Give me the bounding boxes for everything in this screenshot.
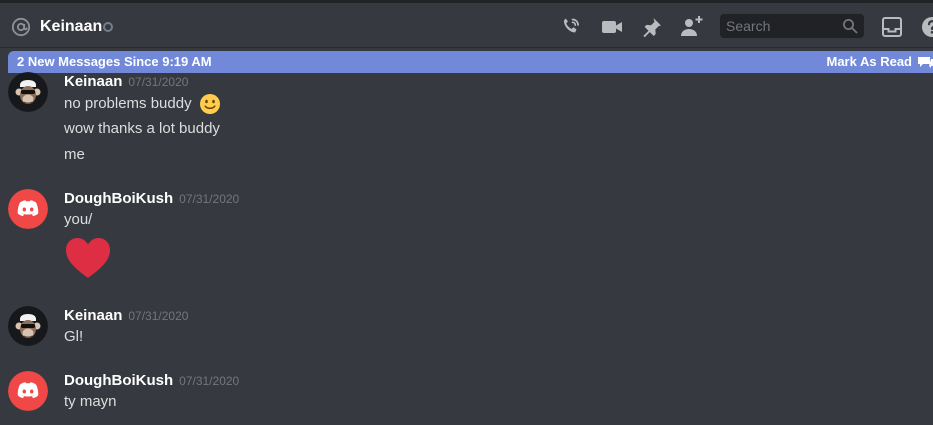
video-icon[interactable]: [600, 15, 624, 39]
message-text: ty mayn: [64, 393, 117, 410]
status-dot: [103, 22, 113, 32]
username-text: DoughBoiKush: [64, 190, 174, 207]
username[interactable]: Keinaan 07/31/2020: [64, 72, 188, 92]
avatar[interactable]: [8, 371, 48, 411]
username[interactable]: Keinaan 07/31/2020: [64, 306, 188, 326]
avatar[interactable]: [8, 189, 48, 229]
message-text: wow thanks a lot buddy: [64, 120, 220, 137]
message-text: you/: [64, 211, 93, 228]
channel-name: Keinaan: [40, 18, 103, 35]
username[interactable]: DoughBoiKush 07/31/2020: [64, 189, 239, 209]
channel-header: Keinaan: [0, 3, 933, 47]
monkey-avatar-icon: [8, 306, 48, 346]
timestamp: 07/31/2020: [128, 309, 189, 323]
timestamp: 07/31/2020: [179, 374, 240, 388]
username-text: Keinaan: [64, 73, 123, 90]
username-text: Keinaan: [64, 307, 123, 324]
mark-as-read-button[interactable]: Mark As Read: [827, 51, 913, 73]
inbox-icon[interactable]: [880, 15, 904, 39]
avatar[interactable]: [8, 306, 48, 346]
mark-read-icon[interactable]: [917, 55, 933, 69]
username[interactable]: DoughBoiKush 07/31/2020: [64, 371, 239, 391]
search-icon: [843, 19, 858, 34]
slightly-smiling-face-icon: [199, 94, 220, 114]
search-box[interactable]: [720, 14, 864, 38]
username-text: DoughBoiKush: [64, 372, 174, 389]
new-messages-text: 2 New Messages Since 9:19 AM: [17, 54, 212, 69]
red-heart-emoji-icon: [66, 238, 110, 278]
new-messages-banner[interactable]: 2 New Messages Since 9:19 AM Mark As Rea…: [8, 51, 933, 73]
discord-logo-icon: [8, 189, 48, 229]
message-text: no problems buddy: [64, 93, 221, 115]
message-text-content: no problems buddy: [64, 94, 192, 112]
discord-logo-icon: [8, 371, 48, 411]
timestamp: 07/31/2020: [128, 75, 189, 89]
add-friend-icon[interactable]: [680, 15, 704, 39]
search-input[interactable]: [720, 14, 842, 38]
monkey-avatar-icon: [8, 72, 48, 112]
message-text: me: [64, 146, 85, 163]
message-text: Gl!: [64, 328, 84, 345]
at-icon: [11, 17, 31, 37]
call-icon[interactable]: [559, 15, 583, 39]
timestamp: 07/31/2020: [179, 192, 240, 206]
help-icon[interactable]: [920, 15, 933, 39]
avatar[interactable]: [8, 72, 48, 112]
pin-icon[interactable]: [640, 15, 664, 39]
